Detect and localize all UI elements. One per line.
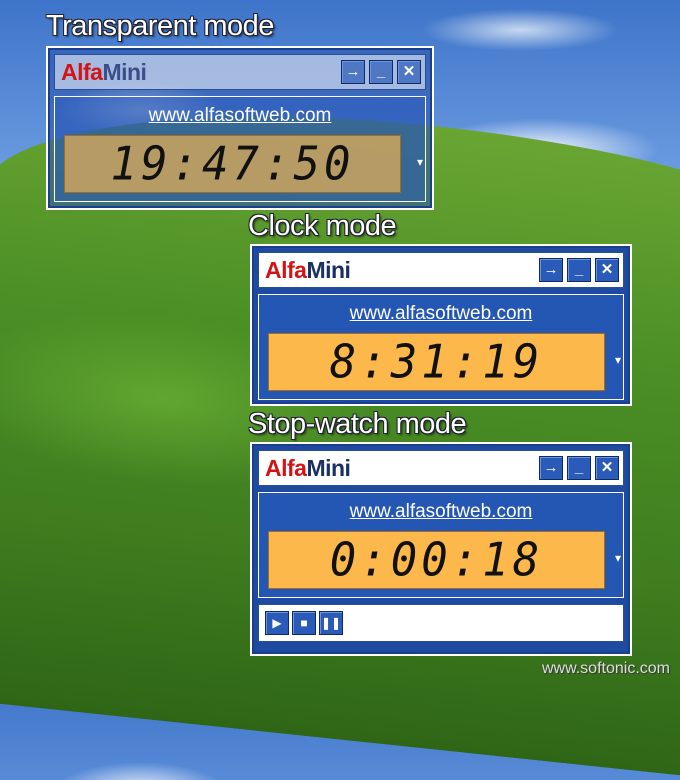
caption-transparent-mode: Transparent mode xyxy=(46,10,274,42)
pause-button[interactable]: ❚❚ xyxy=(319,611,343,635)
widget-window[interactable]: AlfaMini → _ ✕ www.alfasoftweb.com 19:47… xyxy=(46,46,434,210)
minimize-button[interactable]: _ xyxy=(567,456,591,480)
close-button[interactable]: ✕ xyxy=(595,456,619,480)
display-panel: www.alfasoftweb.com 8:31:19 ▾ xyxy=(258,294,624,400)
display-panel: www.alfasoftweb.com 19:47:50 ▾ xyxy=(54,96,426,202)
close-button[interactable]: ✕ xyxy=(595,258,619,282)
dropdown-arrow-icon[interactable]: ▾ xyxy=(615,551,621,565)
alfamini-logo: AlfaMini xyxy=(61,59,147,85)
close-button[interactable]: ✕ xyxy=(397,60,421,84)
widget-window[interactable]: AlfaMini → _ ✕ www.alfasoftweb.com 8:31:… xyxy=(250,244,632,406)
caption-stopwatch-mode: Stop-watch mode xyxy=(248,408,467,440)
dropdown-arrow-icon[interactable]: ▾ xyxy=(615,353,621,367)
time-digits: 0:00:18 xyxy=(329,533,544,588)
time-display: 19:47:50 xyxy=(64,135,401,193)
alfamini-logo: AlfaMini xyxy=(265,455,351,481)
softonic-watermark: www.softonic.com xyxy=(541,660,670,677)
display-panel: www.alfasoftweb.com 0:00:18 ▾ xyxy=(258,492,624,598)
minimize-button[interactable]: _ xyxy=(567,258,591,282)
dropdown-arrow-icon[interactable]: ▾ xyxy=(417,155,423,169)
caption-clock-mode: Clock mode xyxy=(248,210,397,242)
time-display: 0:00:18 xyxy=(268,531,605,589)
goto-icon[interactable]: → xyxy=(539,258,563,282)
website-link[interactable]: www.alfasoftweb.com xyxy=(259,303,623,325)
time-digits: 19:47:50 xyxy=(110,137,355,192)
goto-icon[interactable]: → xyxy=(341,60,365,84)
widget-window[interactable]: AlfaMini → _ ✕ www.alfasoftweb.com 0:00:… xyxy=(250,442,632,656)
play-button[interactable]: ▶ xyxy=(265,611,289,635)
website-link[interactable]: www.alfasoftweb.com xyxy=(55,105,425,127)
minimize-button[interactable]: _ xyxy=(369,60,393,84)
title-bar[interactable]: AlfaMini → _ ✕ xyxy=(258,252,624,288)
time-display: 8:31:19 xyxy=(268,333,605,391)
time-digits: 8:31:19 xyxy=(329,335,544,390)
goto-icon[interactable]: → xyxy=(539,456,563,480)
stop-button[interactable]: ■ xyxy=(292,611,316,635)
title-bar[interactable]: AlfaMini → _ ✕ xyxy=(54,54,426,90)
title-bar[interactable]: AlfaMini → _ ✕ xyxy=(258,450,624,486)
stopwatch-controls: ▶ ■ ❚❚ xyxy=(258,604,624,642)
alfamini-logo: AlfaMini xyxy=(265,257,351,283)
website-link[interactable]: www.alfasoftweb.com xyxy=(259,501,623,523)
